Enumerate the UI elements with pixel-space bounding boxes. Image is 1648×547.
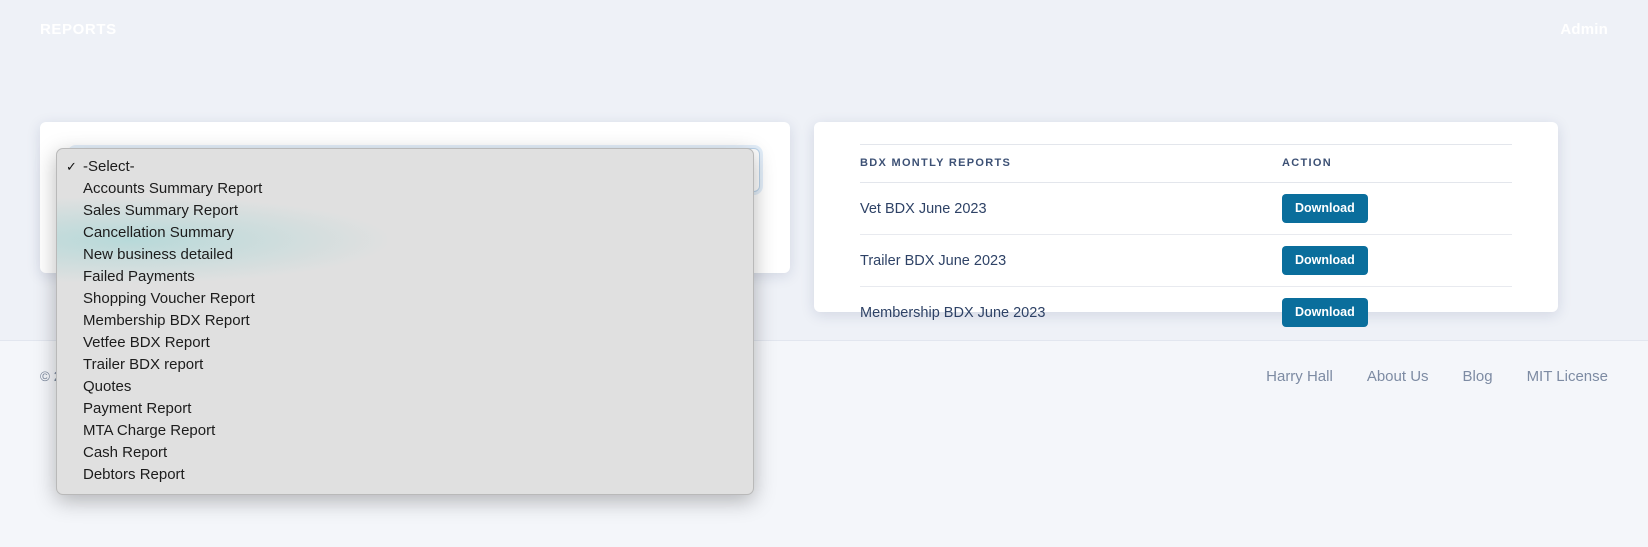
dropdown-option[interactable]: Shopping Voucher Report — [57, 288, 753, 310]
dropdown-option[interactable]: Cash Report — [57, 442, 753, 464]
report-type-dropdown-list[interactable]: ✓ -Select- Accounts Summary Report Sales Su… — [56, 148, 754, 495]
dropdown-option-label: New business detailed — [83, 246, 234, 263]
dropdown-option[interactable]: Trailer BDX report — [57, 354, 753, 376]
dropdown-option-label: Cash Report — [83, 444, 168, 461]
report-name-cell: Membership BDX June 2023 — [860, 304, 1046, 321]
dropdown-option[interactable]: Quotes — [57, 376, 753, 398]
report-name-cell: Trailer BDX June 2023 — [860, 234, 1282, 287]
report-action-cell: Download — [1282, 234, 1512, 287]
dropdown-option[interactable]: Payment Report — [57, 398, 753, 420]
dropdown-option-label: MTA Charge Report — [83, 422, 216, 439]
page-title: REPORTS — [40, 21, 117, 38]
report-action-cell: Download — [1282, 182, 1512, 235]
dropdown-option-label: Debtors Report — [83, 466, 185, 483]
download-button[interactable]: Download — [1282, 194, 1368, 223]
admin-menu-link[interactable]: Admin — [1560, 0, 1608, 60]
dropdown-option[interactable]: Debtors Report — [57, 464, 753, 486]
check-icon: ✓ — [66, 159, 77, 174]
dropdown-option-label: Membership BDX Report — [83, 312, 250, 329]
table-row: Vet BDX June 2023 Download — [860, 182, 1512, 235]
dropdown-option-label: Shopping Voucher Report — [83, 290, 255, 307]
bdx-reports-table: BDX MONTLY REPORTS ACTION Vet BDX June 2… — [860, 144, 1512, 338]
dropdown-option-label: -Select- — [83, 158, 135, 175]
dropdown-option[interactable]: ✓ -Select- — [57, 156, 753, 178]
dropdown-option[interactable]: Membership BDX Report — [57, 310, 753, 332]
column-header-action: ACTION — [1282, 144, 1512, 183]
download-button[interactable]: Download — [1282, 246, 1368, 275]
table-header-row: BDX MONTLY REPORTS ACTION — [860, 144, 1512, 183]
footer-link-blog[interactable]: Blog — [1463, 368, 1493, 385]
dropdown-option-label: Payment Report — [83, 400, 192, 417]
dropdown-option[interactable]: Cancellation Summary — [57, 222, 753, 244]
table-row: Membership BDX June 2023 Download — [860, 287, 1512, 339]
table-row: Trailer BDX June 2023 Download — [860, 234, 1512, 287]
dropdown-option[interactable]: MTA Charge Report — [57, 420, 753, 442]
bdx-reports-card: BDX MONTLY REPORTS ACTION Vet BDX June 2… — [814, 122, 1558, 327]
column-header-reports: BDX MONTLY REPORTS — [860, 144, 1282, 183]
dropdown-option[interactable]: Vetfee BDX Report — [57, 332, 753, 354]
dropdown-option-label: Accounts Summary Report — [83, 180, 263, 197]
dropdown-option-label: Trailer BDX report — [83, 356, 204, 373]
dropdown-option-label: Quotes — [83, 378, 132, 395]
dropdown-option[interactable]: New business detailed — [57, 244, 753, 266]
dropdown-option[interactable]: Sales Summary Report — [57, 200, 753, 222]
dropdown-option[interactable]: Accounts Summary Report — [57, 178, 753, 200]
report-action-cell: Download — [1282, 287, 1512, 339]
report-name-cell: Vet BDX June 2023 — [860, 182, 1282, 235]
footer-link-mit-license[interactable]: MIT License — [1527, 368, 1608, 385]
footer-link-about-us[interactable]: About Us — [1367, 368, 1429, 385]
footer-link-harry-hall[interactable]: Harry Hall — [1266, 368, 1333, 385]
dropdown-option-label: Vetfee BDX Report — [83, 334, 210, 351]
dropdown-option-label: Cancellation Summary — [83, 224, 234, 241]
dropdown-option-label: Failed Payments — [83, 268, 195, 285]
dropdown-option[interactable]: Failed Payments — [57, 266, 753, 288]
footer-links: Harry Hall About Us Blog MIT License — [1266, 368, 1608, 385]
dropdown-option-label: Sales Summary Report — [83, 202, 239, 219]
download-button[interactable]: Download — [1282, 298, 1368, 327]
